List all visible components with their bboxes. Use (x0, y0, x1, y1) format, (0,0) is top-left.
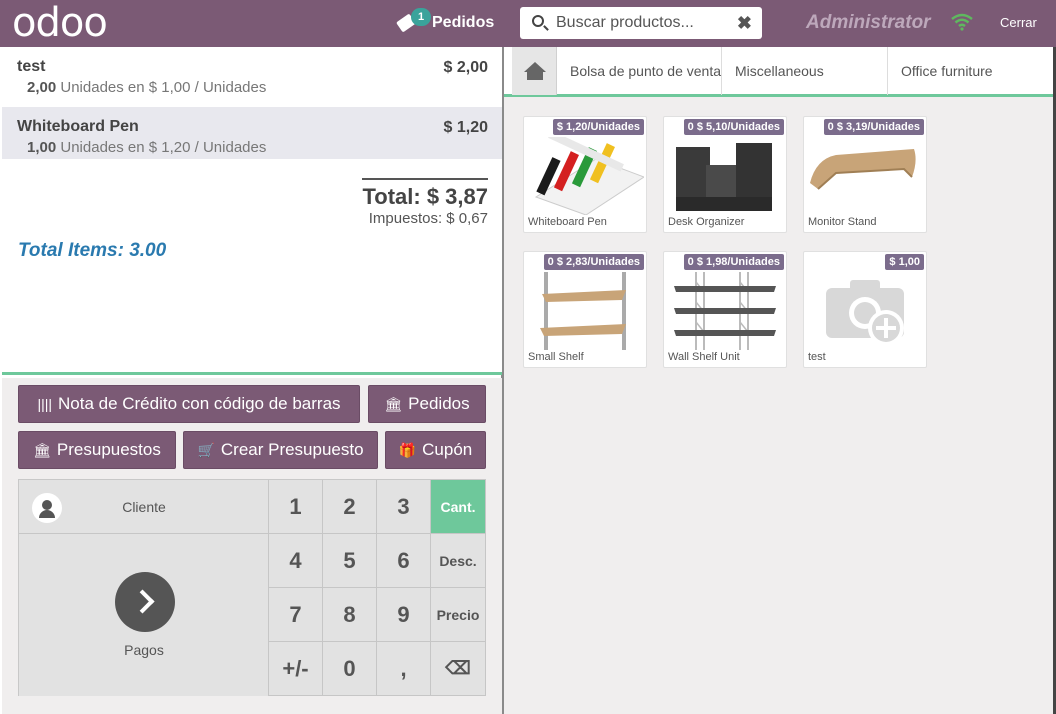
coupon-label: Cupón (422, 440, 473, 459)
numpad-key-6[interactable]: 6 (377, 534, 431, 588)
mode-discount-button[interactable]: Desc. (431, 534, 486, 588)
product-screen: Bolsa de punto de venta Miscellaneous Of… (504, 47, 1056, 714)
product-card[interactable]: 0 $ 5,10/Unidades Desk Organizer (663, 116, 787, 233)
category-pos-bag[interactable]: Bolsa de punto de venta (557, 47, 722, 95)
numpad-key-1[interactable]: 1 (269, 480, 323, 534)
numpad-key-plus-minus[interactable]: +/- (269, 642, 323, 696)
backspace-icon[interactable]: ⌫ (431, 642, 486, 696)
order-line-qty: 2,00 (27, 79, 57, 96)
order-line-price: $ 2,00 (443, 59, 488, 76)
product-price-tag: 0 $ 2,83/Unidades (543, 254, 644, 270)
product-price-tag: 0 $ 5,10/Unidades (683, 119, 784, 135)
user-name[interactable]: Administrator (806, 12, 931, 34)
product-price-tag: $ 1,00 (885, 254, 924, 270)
orders-action-label: Pedidos (408, 394, 470, 413)
order-line-product: test (17, 58, 46, 75)
order-totals: Total: $ 3,87 Impuestos: $ 0,67 (362, 178, 488, 227)
home-category-button[interactable] (512, 47, 557, 95)
home-icon-body (527, 71, 543, 80)
numpad-key-9[interactable]: 9 (377, 588, 431, 642)
order-line-selected[interactable]: Whiteboard Pen $ 1,20 1,00 Unidades en $… (2, 107, 502, 159)
clear-search-icon[interactable]: ✖ (737, 12, 752, 34)
product-image (540, 272, 626, 350)
credit-note-label: Nota de Crédito con código de barras (57, 394, 341, 413)
customer-label: Cliente (122, 499, 166, 515)
product-price-tag: 0 $ 3,19/Unidades (823, 119, 924, 135)
wifi-icon (951, 13, 973, 31)
order-line-detail: Unidades en $ 1,20 / Unidades (60, 139, 267, 156)
order-line-price: $ 1,20 (443, 119, 488, 136)
product-name: Small Shelf (528, 351, 584, 363)
coupon-button[interactable]: 🎁 Cupón (385, 431, 486, 469)
mode-quantity-button[interactable]: Cant. (431, 480, 486, 534)
gift-icon: 🎁 (398, 441, 417, 458)
order-panel: test $ 2,00 2,00 Unidades en $ 1,00 / Un… (0, 47, 504, 714)
numpad-key-0[interactable]: 0 (323, 642, 377, 696)
product-image (676, 143, 772, 211)
product-search-input[interactable] (556, 11, 736, 35)
product-name: Monitor Stand (808, 216, 877, 228)
product-name: test (808, 351, 826, 363)
product-name: Desk Organizer (668, 216, 745, 228)
product-image (810, 149, 916, 190)
product-image (674, 272, 776, 350)
order-taxes: Impuestos: $ 0,67 (368, 210, 488, 227)
close-session-button[interactable]: Cerrar (1000, 15, 1037, 30)
top-bar: odoo Pedidos 1 ✖ Administrator Cerrar (0, 0, 1056, 47)
customer-button[interactable]: Cliente (19, 480, 269, 534)
quotations-label: Presupuestos (56, 440, 161, 459)
order-line-detail: Unidades en $ 1,00 / Unidades (60, 79, 267, 96)
order-line-info: 1,00 Unidades en $ 1,20 / Unidades (27, 139, 487, 156)
product-image (534, 137, 644, 215)
product-name: Wall Shelf Unit (668, 351, 740, 363)
mode-price-button[interactable]: Precio (431, 588, 486, 642)
product-card[interactable]: 0 $ 3,19/Unidades Monitor Stand (803, 116, 927, 233)
product-price-tag: $ 1,20/Unidades (552, 119, 644, 135)
numpad-key-8[interactable]: 8 (323, 588, 377, 642)
product-price-tag: 0 $ 1,98/Unidades (683, 254, 784, 270)
product-card[interactable]: $ 1,20/Unidades Whiteboard Pen (523, 116, 647, 233)
numpad-key-3[interactable]: 3 (377, 480, 431, 534)
order-total: Total: $ 3,87 (362, 178, 488, 210)
order-lines: test $ 2,00 2,00 Unidades en $ 1,00 / Un… (2, 47, 502, 375)
cart-icon: 🛒 (197, 441, 215, 458)
numpad-key-4[interactable]: 4 (269, 534, 323, 588)
create-quotation-button[interactable]: 🛒 Crear Presupuesto (183, 431, 378, 469)
numpad-key-decimal[interactable]: , (377, 642, 431, 696)
payment-button[interactable]: Pagos (19, 534, 269, 696)
search-icon (532, 15, 544, 27)
order-line-qty: 1,00 (27, 139, 57, 156)
chevron-right-icon (115, 572, 175, 632)
category-miscellaneous[interactable]: Miscellaneous (722, 47, 888, 95)
numpad-key-5[interactable]: 5 (323, 534, 377, 588)
orders-label: Pedidos (432, 14, 495, 31)
product-search-box: ✖ (520, 7, 762, 39)
numpad: Cliente Pagos 1 2 3 Cant. 4 5 6 Desc. 7 … (18, 479, 486, 696)
control-area: |||| Nota de Crédito con código de barra… (2, 378, 502, 714)
credit-note-barcode-button[interactable]: |||| Nota de Crédito con código de barra… (18, 385, 360, 423)
total-items: Total Items: 3.00 (18, 240, 167, 261)
product-card[interactable]: 0 $ 1,98/Unidades Wall Shelf Unit (663, 251, 787, 368)
numpad-key-7[interactable]: 7 (269, 588, 323, 642)
create-quotation-label: Crear Presupuesto (220, 440, 364, 459)
category-bar: Bolsa de punto de venta Miscellaneous Of… (504, 47, 1053, 97)
payment-label: Pagos (124, 642, 164, 658)
odoo-logo: odoo (12, 0, 108, 46)
orders-action-button[interactable]: 🏛 Pedidos (368, 385, 486, 423)
camera-plus-icon (826, 280, 904, 346)
orders-count-badge: 1 (411, 8, 431, 26)
barcode-icon: |||| (37, 396, 52, 412)
product-card[interactable]: 0 $ 2,83/Unidades Small Shelf (523, 251, 647, 368)
product-card[interactable]: $ 1,00 test (803, 251, 927, 368)
bank-icon: 🏛 (384, 395, 403, 412)
category-office-furniture[interactable]: Office furniture (888, 47, 1053, 95)
product-name: Whiteboard Pen (528, 216, 607, 228)
order-line-product: Whiteboard Pen (17, 118, 139, 135)
quotations-button[interactable]: 🏛 Presupuestos (18, 431, 176, 469)
numpad-key-2[interactable]: 2 (323, 480, 377, 534)
bank-icon: 🏛 (33, 441, 51, 458)
order-line-info: 2,00 Unidades en $ 1,00 / Unidades (27, 79, 487, 96)
order-line[interactable]: test $ 2,00 2,00 Unidades en $ 1,00 / Un… (2, 47, 502, 99)
